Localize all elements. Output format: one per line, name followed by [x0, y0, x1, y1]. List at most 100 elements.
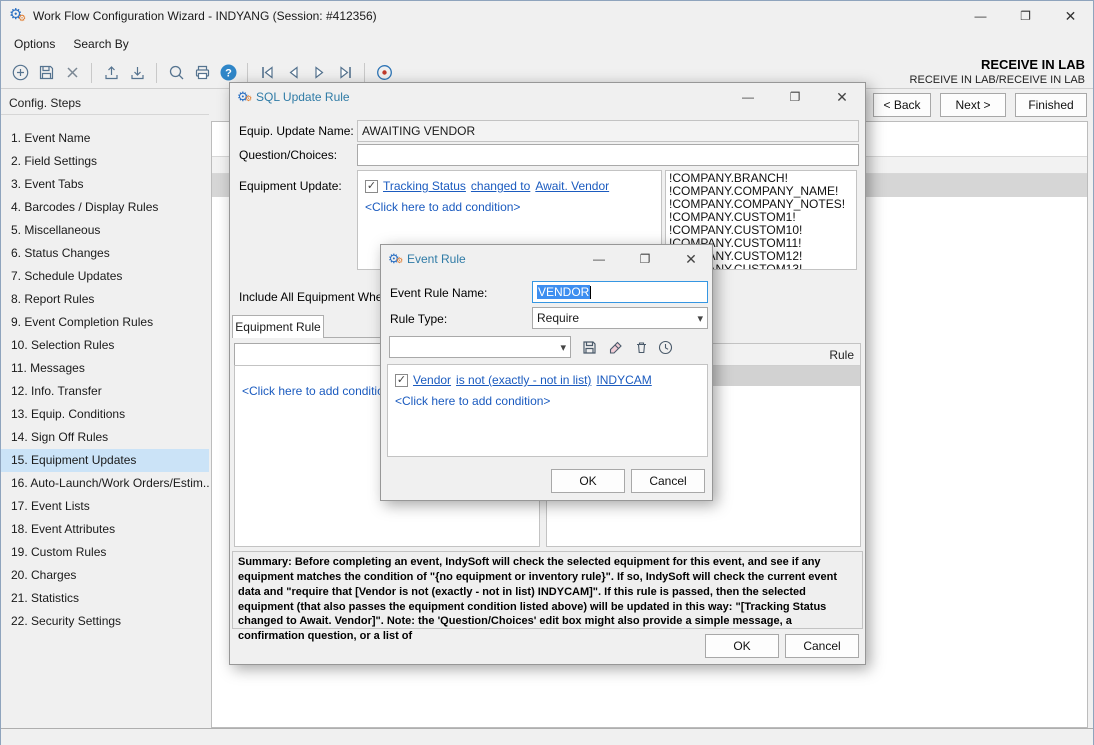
event-name: RECEIVE IN LAB: [910, 57, 1085, 72]
sidebar-item[interactable]: 15. Equipment Updates: [1, 449, 209, 472]
import-icon[interactable]: [124, 61, 150, 85]
equipment-add-condition-link[interactable]: <Click here to add condition>: [242, 384, 397, 398]
sidebar-item[interactable]: 21. Statistics: [1, 587, 209, 610]
event-rule-name-label: Event Rule Name:: [390, 286, 487, 300]
close-icon[interactable]: ✕: [676, 245, 706, 273]
rule-enabled-checkbox[interactable]: ✓: [395, 374, 408, 387]
event-rule-panel: ✓ Vendor is not (exactly - not in list) …: [387, 364, 708, 457]
nav-first-icon[interactable]: [254, 61, 280, 85]
sidebar-item[interactable]: 17. Event Lists: [1, 495, 209, 518]
sidebar-item[interactable]: 18. Event Attributes: [1, 518, 209, 541]
toolbar-separator: [364, 63, 365, 83]
target-icon[interactable]: [371, 61, 397, 85]
rule-field-link[interactable]: Vendor: [413, 373, 451, 387]
text-caret: [590, 286, 591, 299]
tab-equipment-rule[interactable]: Equipment Rule: [232, 315, 324, 338]
nav-last-icon[interactable]: [332, 61, 358, 85]
maximize-icon[interactable]: ❐: [1003, 1, 1048, 31]
maximize-icon[interactable]: ❐: [630, 245, 660, 273]
menubar: OptionsSearch By: [1, 31, 1093, 57]
cancel-button[interactable]: Cancel: [631, 469, 705, 493]
export-icon[interactable]: [98, 61, 124, 85]
next-button[interactable]: Next >: [940, 93, 1006, 117]
svg-text:?: ?: [225, 68, 232, 80]
finished-button[interactable]: Finished: [1015, 93, 1087, 117]
print-icon[interactable]: [189, 61, 215, 85]
ok-button[interactable]: OK: [551, 469, 625, 493]
window-title: Work Flow Configuration Wizard - INDYANG…: [33, 9, 377, 23]
sidebar-item[interactable]: 10. Selection Rules: [1, 334, 209, 357]
sidebar-item[interactable]: 8. Report Rules: [1, 288, 209, 311]
sidebar-item[interactable]: 1. Event Name: [1, 127, 209, 150]
sidebar-item[interactable]: 16. Auto-Launch/Work Orders/Estim...: [1, 472, 209, 495]
include-all-equipment-label: Include All Equipment Wher: [239, 290, 386, 304]
trash-icon[interactable]: [630, 336, 652, 358]
rule-field-link[interactable]: Tracking Status: [383, 179, 466, 193]
main-window: ⚙⚙ Work Flow Configuration Wizard - INDY…: [0, 0, 1094, 745]
sidebar-item[interactable]: 20. Charges: [1, 564, 209, 587]
config-steps-title: Config. Steps: [9, 96, 81, 110]
event-rule-dialog: ⚙⚙ Event Rule — ❐ ✕ Event Rule Name: VEN…: [380, 244, 713, 501]
sidebar-item[interactable]: 12. Info. Transfer: [1, 380, 209, 403]
question-choices-label: Question/Choices:: [239, 148, 337, 162]
sidebar-item[interactable]: 19. Custom Rules: [1, 541, 209, 564]
nav-next-icon[interactable]: [306, 61, 332, 85]
search-icon[interactable]: [163, 61, 189, 85]
sidebar-item[interactable]: 14. Sign Off Rules: [1, 426, 209, 449]
dialog-icon: ⚙⚙: [237, 88, 255, 106]
minimize-icon[interactable]: —: [958, 1, 1003, 31]
close-icon[interactable]: ✕: [1048, 1, 1093, 31]
minimize-icon[interactable]: —: [731, 83, 765, 111]
rule-value-link[interactable]: INDYCAM: [596, 373, 651, 387]
sql-dialog-titlebar[interactable]: ⚙⚙ SQL Update Rule — ❐ ✕: [230, 83, 865, 111]
chevron-down-icon: ▾: [697, 312, 703, 325]
help-icon[interactable]: ?: [215, 61, 241, 85]
equip-update-name-field[interactable]: AWAITING VENDOR: [357, 120, 859, 142]
nav-prev-icon[interactable]: [280, 61, 306, 85]
minimize-icon[interactable]: —: [584, 245, 614, 273]
cancel-button[interactable]: Cancel: [785, 634, 859, 658]
dialog-icon: ⚙⚙: [388, 250, 406, 268]
config-steps-list: 1. Event Name2. Field Settings3. Event T…: [1, 127, 209, 633]
back-button[interactable]: < Back: [873, 93, 931, 117]
event-dialog-titlebar[interactable]: ⚙⚙ Event Rule — ❐ ✕: [381, 245, 712, 273]
dialog-title: SQL Update Rule: [256, 90, 350, 104]
eraser-icon[interactable]: [604, 336, 626, 358]
app-icon: ⚙⚙: [9, 6, 29, 26]
event-rule-name-field[interactable]: VENDOR: [532, 281, 708, 303]
history-clock-icon[interactable]: [654, 336, 676, 358]
menu-item[interactable]: Search By: [64, 33, 137, 55]
add-condition-link[interactable]: <Click here to add condition>: [365, 200, 520, 214]
status-bar: [1, 728, 1093, 745]
save-icon[interactable]: [33, 61, 59, 85]
rule-value-link[interactable]: Await. Vendor: [535, 179, 609, 193]
sidebar-item[interactable]: 22. Security Settings: [1, 610, 209, 633]
add-icon[interactable]: [7, 61, 33, 85]
rule-enabled-checkbox[interactable]: ✓: [365, 180, 378, 193]
rule-type-dropdown[interactable]: Require ▾: [532, 307, 708, 329]
sidebar-item[interactable]: 11. Messages: [1, 357, 209, 380]
maximize-icon[interactable]: ❐: [778, 83, 812, 111]
close-icon[interactable]: ✕: [825, 83, 859, 111]
sidebar-item[interactable]: 6. Status Changes: [1, 242, 209, 265]
rule-operator-link[interactable]: changed to: [471, 179, 530, 193]
ok-button[interactable]: OK: [705, 634, 779, 658]
sidebar-item[interactable]: 13. Equip. Conditions: [1, 403, 209, 426]
event-header: RECEIVE IN LAB RECEIVE IN LAB/RECEIVE IN…: [910, 57, 1085, 86]
menu-item[interactable]: Options: [5, 33, 64, 55]
sidebar-item[interactable]: 5. Miscellaneous: [1, 219, 209, 242]
rule-operator-link[interactable]: is not (exactly - not in list): [456, 373, 591, 387]
add-condition-link[interactable]: <Click here to add condition>: [395, 394, 550, 408]
sidebar-item[interactable]: 4. Barcodes / Display Rules: [1, 196, 209, 219]
saved-rule-combobox[interactable]: ▾: [389, 336, 571, 358]
sidebar-item[interactable]: 3. Event Tabs: [1, 173, 209, 196]
event-path: RECEIVE IN LAB/RECEIVE IN LAB: [910, 74, 1085, 86]
sidebar-item[interactable]: 2. Field Settings: [1, 150, 209, 173]
toolbar-separator: [91, 63, 92, 83]
question-choices-field[interactable]: [357, 144, 859, 166]
dialog-title: Event Rule: [407, 252, 466, 266]
sidebar-item[interactable]: 9. Event Completion Rules: [1, 311, 209, 334]
delete-icon[interactable]: [59, 61, 85, 85]
save-rule-icon[interactable]: [578, 336, 600, 358]
sidebar-item[interactable]: 7. Schedule Updates: [1, 265, 209, 288]
